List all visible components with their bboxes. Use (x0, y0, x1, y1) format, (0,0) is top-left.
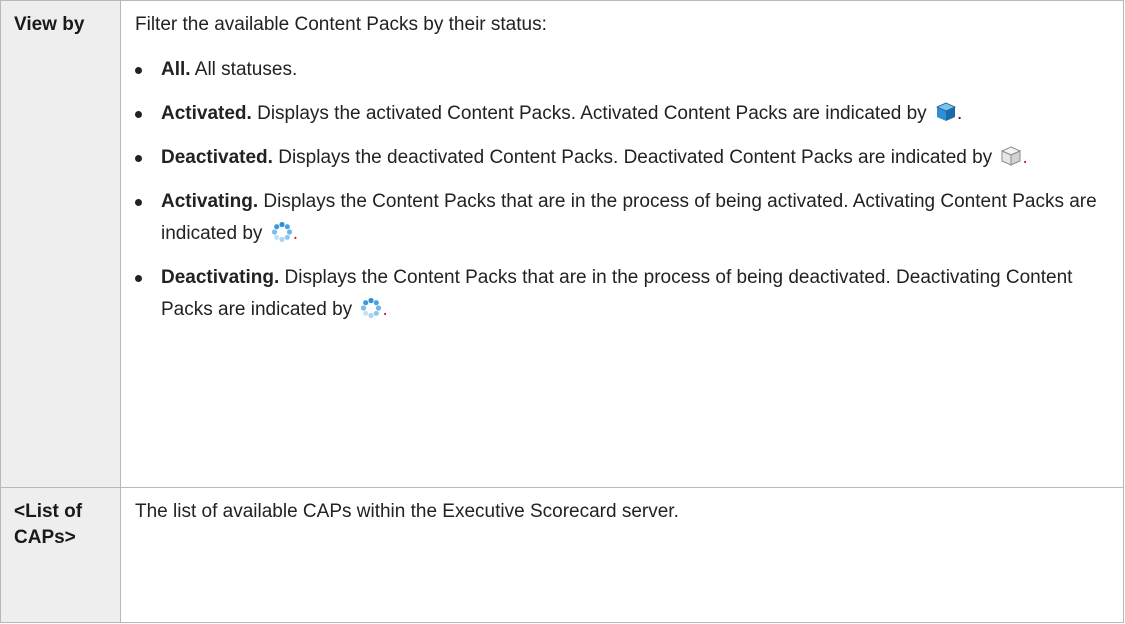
option-name: Deactivating. (161, 267, 280, 288)
activated-content-pack-icon (935, 101, 957, 123)
table-row-view-by: View by Filter the available Content Pac… (0, 0, 1124, 488)
option-name: Activating. (161, 191, 259, 212)
option-description: All statuses. (190, 59, 298, 80)
description-cell: The list of available CAPs within the Ex… (120, 487, 1124, 623)
list-item: Activating. Displays the Content Packs t… (135, 186, 1109, 250)
sentence-end: . (292, 223, 298, 244)
option-name: All. (161, 59, 191, 80)
description-text: The list of available CAPs within the Ex… (135, 501, 679, 522)
term-label: <List of CAPs> (14, 501, 83, 548)
option-description: Displays the Content Packs that are in t… (161, 191, 1097, 244)
sentence-end: . (956, 103, 963, 124)
option-name: Deactivated. (161, 147, 273, 168)
list-item: Deactivating. Displays the Content Packs… (135, 262, 1109, 326)
bullet-icon (135, 67, 142, 74)
sentence-end: . (1022, 147, 1028, 168)
option-description: Displays the deactivated Content Packs. … (272, 147, 998, 168)
term-cell: View by (0, 0, 121, 488)
option-name: Activated. (161, 103, 252, 124)
activating-spinner-icon (271, 221, 293, 243)
deactivated-content-pack-icon (1000, 145, 1022, 167)
status-option-list: All. All statuses. Activated. Displays t… (135, 54, 1109, 326)
deactivating-spinner-icon (360, 297, 382, 319)
term-label: View by (14, 14, 85, 35)
description-cell: Filter the available Content Packs by th… (120, 0, 1124, 488)
list-item: All. All statuses. (135, 54, 1109, 86)
list-item: Deactivated. Displays the deactivated Co… (135, 142, 1109, 174)
bullet-icon (135, 155, 142, 162)
view-by-options-table: View by Filter the available Content Pac… (0, 0, 1124, 623)
bullet-icon (135, 111, 142, 118)
bullet-icon (135, 199, 142, 206)
description-intro: Filter the available Content Packs by th… (135, 14, 547, 35)
term-cell: <List of CAPs> (0, 487, 121, 623)
option-description: Displays the Content Packs that are in t… (161, 267, 1073, 320)
list-item: Activated. Displays the activated Conten… (135, 98, 1109, 130)
option-description: Displays the activated Content Packs. Ac… (251, 103, 932, 124)
table-row-list-of-caps: <List of CAPs> The list of available CAP… (0, 487, 1124, 623)
bullet-icon (135, 275, 142, 282)
sentence-end: . (382, 299, 388, 320)
